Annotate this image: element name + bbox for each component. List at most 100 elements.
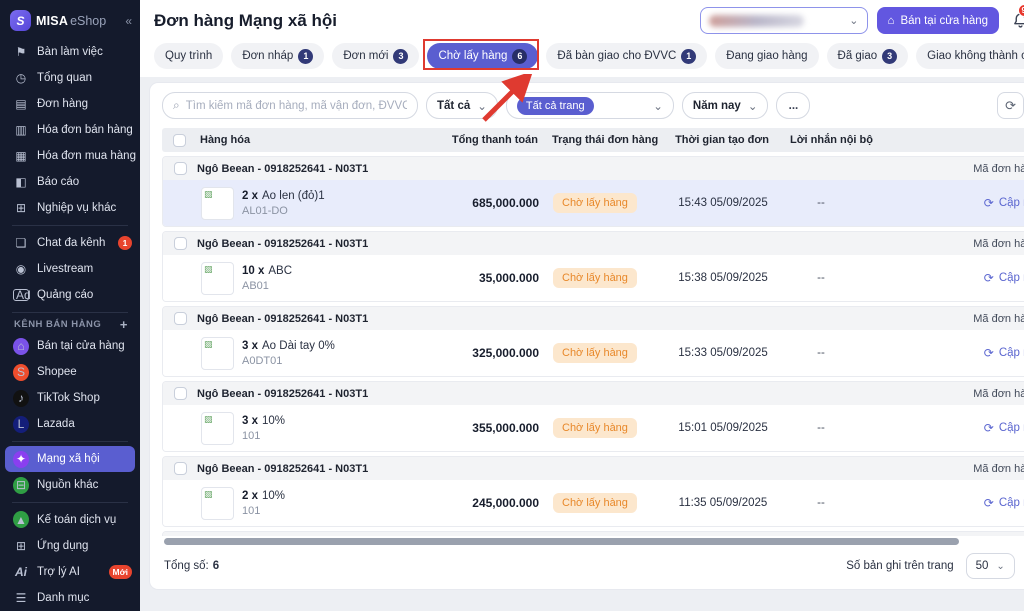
- product-qty: 3 x: [242, 340, 258, 352]
- order-group-header: Ngô Beean - 0918252641 - N03T1 Mã đơn hà…: [163, 232, 1024, 255]
- tab[interactable]: Chờ lấy hàng 6: [427, 43, 538, 69]
- order-group: Ngô Beean - 0918252641 - N03T1 Mã đơn hà…: [162, 306, 1024, 377]
- order-time: 15:01 05/09/2025: [659, 422, 787, 434]
- order-row[interactable]: ▧ 3 xÁo Dài tay 0% A0DT01 325,000.000 Ch…: [163, 330, 1024, 376]
- time-filter-select[interactable]: Năm nay ⌄: [682, 92, 769, 119]
- sidebar-item[interactable]: ☰ Danh mục: [0, 585, 140, 611]
- refresh-button[interactable]: ⟳: [997, 92, 1024, 119]
- tiktok-icon: ♪: [13, 390, 29, 407]
- divider: [12, 441, 128, 442]
- order-total: 325,000.000: [447, 346, 543, 360]
- filter-all-label: Tất cả: [437, 100, 470, 112]
- tab[interactable]: Quy trình: [154, 43, 223, 69]
- product-qty: 3 x: [242, 415, 258, 427]
- sidebar-item[interactable]: ♪ TikTok Shop: [0, 385, 140, 411]
- sidebar-item[interactable]: ⚑ Bàn làm việc: [0, 39, 140, 65]
- order-note: --: [787, 497, 855, 509]
- per-page-select[interactable]: 50 ⌄: [966, 553, 1015, 579]
- chevron-down-icon: ⌄: [653, 99, 663, 113]
- sidebar-item[interactable]: S Shopee: [0, 359, 140, 385]
- product-sku: 101: [242, 505, 285, 517]
- tab[interactable]: Đang giao hàng: [715, 43, 818, 69]
- order-group-header: Ngô Beean - 0918252641 - N03T1 Mã đơn hà…: [163, 382, 1024, 405]
- page-scope-select[interactable]: Tất cả trang ⌄: [506, 92, 674, 119]
- order-row[interactable]: ▧ 2 xÁo len (đỏ)1 AL01-DO 685,000.000 Ch…: [163, 180, 1024, 226]
- chevron-down-icon: ⌄: [477, 99, 487, 113]
- tab[interactable]: Đơn mới 3: [332, 43, 419, 69]
- product-cell: ▧ 3 xÁo Dài tay 0% A0DT01: [197, 337, 447, 370]
- sidebar-item[interactable]: ⊞ Ứng dụng: [0, 533, 140, 559]
- sidebar-item[interactable]: ◧ Báo cáo: [0, 169, 140, 195]
- update-status-button[interactable]: ⟳ Cập nhật trạng thái ⌄: [855, 271, 1024, 285]
- tab-badge: 6: [512, 49, 527, 64]
- sidebar: S MISA eShop « ⚑ Bàn làm việc ◷ Tổng qua…: [0, 0, 140, 611]
- order-checkbox[interactable]: [174, 312, 187, 325]
- order-customer: Ngô Beean - 0918252641 - N03T1: [197, 163, 368, 175]
- order-customer: Ngô Beean - 0918252641 - N03T1: [197, 238, 368, 250]
- sync-icon: ⟳: [984, 496, 994, 510]
- add-channel-button[interactable]: +: [120, 317, 128, 332]
- horizontal-scrollbar[interactable]: [164, 538, 959, 545]
- order-note: --: [787, 272, 855, 284]
- sidebar-item[interactable]: ❏ Chat đa kênh 1: [0, 230, 140, 256]
- tab[interactable]: Giao không thành công: [916, 43, 1024, 69]
- order-checkbox[interactable]: [174, 162, 187, 175]
- catalog-icon: ☰: [13, 591, 29, 605]
- update-status-button[interactable]: ⟳ Cập nhật trạng thái ⌄: [855, 421, 1024, 435]
- chevron-down-icon: ⌄: [849, 14, 858, 27]
- product-thumbnail: ▧: [201, 412, 234, 445]
- sidebar-item[interactable]: L Lazada: [0, 411, 140, 437]
- sidebar-item[interactable]: ▥ Hóa đơn bán hàng: [0, 117, 140, 143]
- sidebar-item[interactable]: ▲ Kế toán dịch vụ: [0, 507, 140, 533]
- tab[interactable]: Đã giao 3: [827, 43, 909, 69]
- tab[interactable]: Đã bàn giao cho ĐVVC 1: [546, 43, 707, 69]
- product-cell: ▧ 2 x10% 101: [197, 487, 447, 520]
- brand-misa: MISA: [36, 14, 68, 28]
- store-button-label: Bán tại cửa hàng: [900, 15, 988, 27]
- more-filters-button[interactable]: ...: [776, 92, 810, 119]
- total-value: 6: [213, 560, 219, 572]
- sidebar-item[interactable]: ⊞ Nghiệp vụ khác: [0, 195, 140, 221]
- store-selector[interactable]: ⌄: [700, 7, 868, 34]
- sidebar-collapse-icon[interactable]: «: [125, 14, 132, 28]
- sidebar-item[interactable]: ⌂ Bán tại cửa hàng: [0, 333, 140, 359]
- select-all-checkbox[interactable]: [173, 134, 186, 147]
- order-customer: Ngô Beean - 0918252641 - N03T1: [197, 313, 368, 325]
- order-row[interactable]: ▧ 10 xABC AB01 35,000.000 Chờ lấy hàng 1…: [163, 255, 1024, 301]
- sidebar-item[interactable]: ◉ Livestream: [0, 256, 140, 282]
- sidebar-item[interactable]: ✦ Mạng xã hội: [5, 446, 135, 472]
- store-icon: ⌂: [13, 338, 29, 355]
- order-checkbox[interactable]: [174, 462, 187, 475]
- sidebar-item[interactable]: ⊟ Nguồn khác: [0, 472, 140, 498]
- filter-all-select[interactable]: Tất cả ⌄: [426, 92, 498, 119]
- order-checkbox[interactable]: [174, 237, 187, 250]
- order-row[interactable]: ▧ 2 x10% 101 245,000.000 Chờ lấy hàng 11…: [163, 480, 1024, 526]
- order-group-header: Ngô Beean - 0918252641 - N03T1 Mã đơn hà…: [163, 457, 1024, 480]
- search-box[interactable]: ⌕: [162, 92, 418, 119]
- sidebar-item[interactable]: ◷ Tổng quan: [0, 65, 140, 91]
- product-name: ABC: [268, 265, 292, 277]
- order-total: 355,000.000: [447, 421, 543, 435]
- update-status-button[interactable]: ⟳ Cập nhật trạng thái ⌄: [855, 196, 1024, 210]
- sidebar-channels-b: ✦ Mạng xã hội ⊟ Nguồn khác: [0, 446, 140, 498]
- orders-list: Ngô Beean - 0918252641 - N03T1 Mã đơn hà…: [150, 152, 1024, 536]
- sidebar-item[interactable]: ▦ Hóa đơn mua hàng: [0, 143, 140, 169]
- order-group: Ngô Beean - 0918252641 - N03T1 Mã đơn hà…: [162, 231, 1024, 302]
- search-input[interactable]: [186, 100, 407, 112]
- tab[interactable]: Đơn nháp 1: [231, 43, 324, 69]
- sell-at-store-button[interactable]: ⌂ Bán tại cửa hàng: [877, 7, 1000, 34]
- order-checkbox[interactable]: [174, 387, 187, 400]
- update-status-label: Cập nhật trạng thái: [999, 422, 1024, 434]
- update-status-button[interactable]: ⟳ Cập nhật trạng thái ⌄: [855, 346, 1024, 360]
- order-group: Ngô Beean - 0918252641 - N03T1 Mã đơn hà…: [162, 156, 1024, 227]
- order-row[interactable]: ▧ 3 x10% 101 355,000.000 Chờ lấy hàng 15…: [163, 405, 1024, 451]
- sidebar-item[interactable]: Ad Quảng cáo: [0, 282, 140, 308]
- sidebar-item[interactable]: Ai Trợ lý AI Mới: [0, 559, 140, 585]
- sidebar-item[interactable]: ▤ Đơn hàng: [0, 91, 140, 117]
- column-header: Chức năng: [854, 134, 1024, 146]
- notification-bell-button[interactable]: 99+: [1008, 9, 1024, 33]
- update-status-button[interactable]: ⟳ Cập nhật trạng thái ⌄: [855, 496, 1024, 510]
- order-total: 35,000.000: [447, 271, 543, 285]
- section-label: KÊNH BÁN HÀNG: [14, 319, 101, 330]
- tab-label: Đơn mới: [343, 50, 388, 62]
